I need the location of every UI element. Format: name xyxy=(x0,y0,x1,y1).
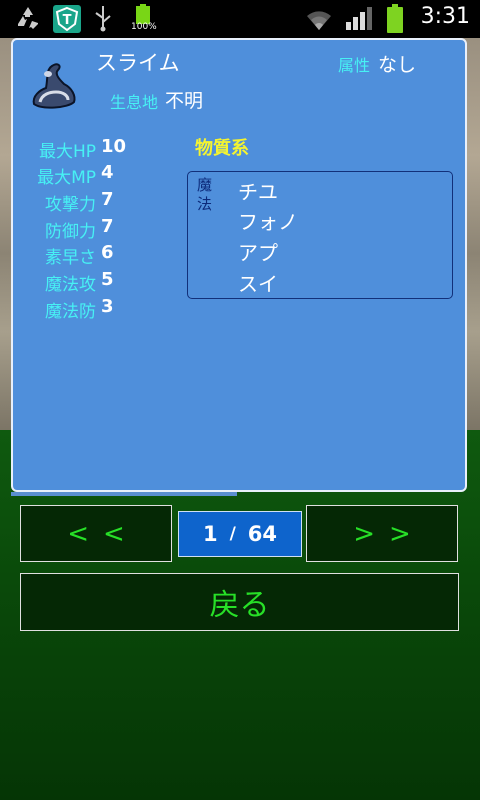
habitat-label: 生息地 xyxy=(110,93,159,112)
stat-value-agility: 6 xyxy=(101,242,114,263)
stat-value-attack: 7 xyxy=(101,189,114,210)
clock: 3:31 xyxy=(420,4,470,29)
svg-text:T: T xyxy=(63,13,72,28)
usb-icon xyxy=(95,6,111,32)
spell-item: チユ xyxy=(238,180,278,204)
next-page-button[interactable]: >> xyxy=(306,505,458,562)
recycle-icon xyxy=(18,7,38,29)
magic-list-box xyxy=(187,171,453,299)
back-button[interactable]: 戻る xyxy=(20,573,459,631)
battery-small-icon xyxy=(136,4,150,24)
battery-percent-label: 100% xyxy=(131,22,157,32)
spell-item: アプ xyxy=(238,241,278,265)
stat-value-magic-attack: 5 xyxy=(101,269,114,290)
signal-icon xyxy=(346,7,372,30)
page-indicator: 1 / 64 xyxy=(178,511,302,557)
stat-label-agility: 素早さ xyxy=(45,248,96,268)
stat-label-max-hp: 最大HP xyxy=(38,142,96,162)
stat-label-defense: 防御力 xyxy=(45,222,96,242)
magic-label: 魔法 xyxy=(197,176,213,213)
attribute-label: 属性 xyxy=(338,56,371,75)
battery-icon xyxy=(387,4,403,33)
spell-item: スイ xyxy=(238,272,278,296)
slime-icon xyxy=(32,63,76,109)
shield-t-icon: T xyxy=(53,5,81,33)
stat-label-magic-attack: 魔法攻 xyxy=(45,275,96,295)
panel-shadow xyxy=(11,492,237,496)
monster-name: スライム xyxy=(96,51,180,75)
monster-category: 物質系 xyxy=(195,138,249,159)
habitat-value: 不明 xyxy=(165,90,204,112)
stat-value-defense: 7 xyxy=(101,216,114,237)
wifi-icon xyxy=(307,11,331,31)
attribute-value: なし xyxy=(378,54,417,76)
stat-label-magic-defense: 魔法防 xyxy=(45,302,96,322)
stat-label-max-mp: 最大MP xyxy=(37,168,96,188)
current-page: 1 xyxy=(202,522,218,546)
stat-label-attack: 攻撃力 xyxy=(45,195,96,215)
status-bar: T 100% 3:31 xyxy=(0,0,480,38)
stat-value-magic-defense: 3 xyxy=(101,296,114,317)
spell-item: フォノ xyxy=(238,210,298,234)
stat-value-max-mp: 4 xyxy=(101,162,114,183)
page-separator: / xyxy=(229,524,236,544)
total-pages: 64 xyxy=(247,522,278,546)
prev-page-button[interactable]: << xyxy=(20,505,172,562)
stat-value-max-hp: 10 xyxy=(101,136,127,157)
